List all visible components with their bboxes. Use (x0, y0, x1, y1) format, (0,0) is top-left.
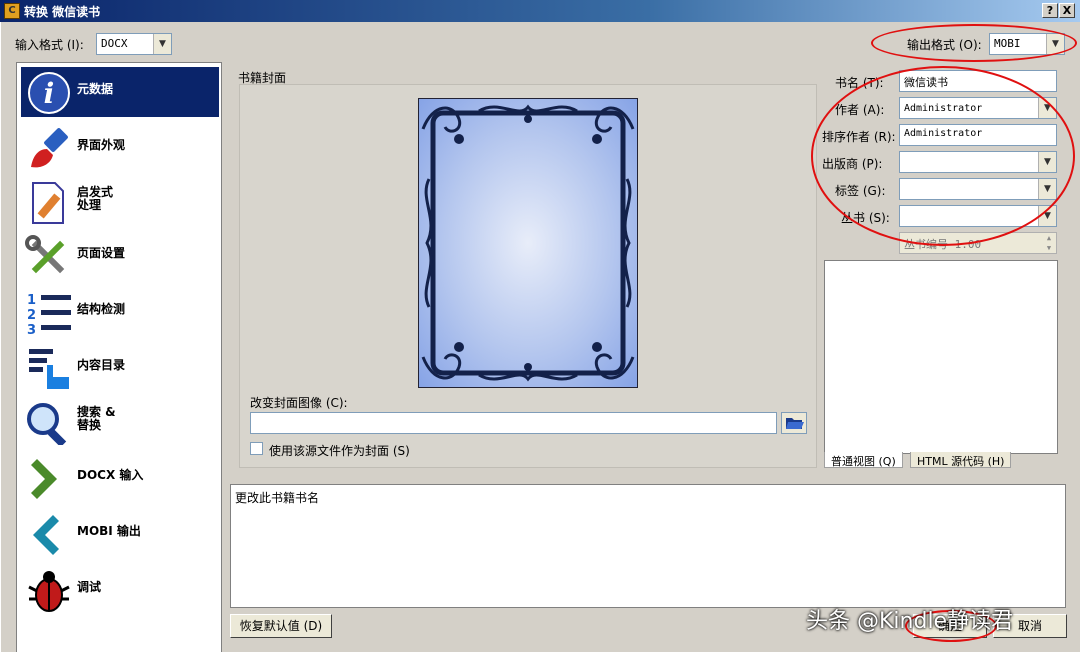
numbered-list-icon: 1 2 3 (27, 293, 71, 335)
sidebar-item-toc[interactable]: 内容目录 (21, 343, 219, 393)
sidebar-item-label: 内容目录 (77, 358, 126, 372)
watermark-text: 头条 @Kindle静读君 (806, 609, 1014, 634)
series-index-spinbox[interactable]: 丛书编号 1.00 ▲ ▼ (899, 232, 1057, 254)
title-bar: C 转换 微信读书 ? X (0, 0, 1080, 22)
toc-icon (29, 349, 69, 389)
author-value: Administrator (904, 103, 983, 114)
sidebar-item-label: DOCX 输入 (77, 468, 144, 482)
sidebar-item-label: 结构检测 (77, 302, 126, 316)
comments-editor[interactable] (824, 260, 1058, 454)
svg-text:3: 3 (27, 323, 36, 335)
output-format-label: 输出格式 (O): (907, 38, 982, 52)
tools-icon (25, 235, 65, 274)
title-input[interactable]: 微信读书 (899, 70, 1057, 92)
brush-icon (31, 128, 68, 168)
tab-html-source[interactable]: HTML 源代码 (H) (910, 452, 1012, 468)
close-button[interactable]: X (1059, 3, 1075, 18)
sidebar-item-structure[interactable]: 1 2 3 结构检测 (21, 287, 219, 337)
author-label: 作者 (A): (835, 103, 885, 117)
cover-path-input[interactable] (250, 412, 777, 434)
svg-text:1: 1 (27, 293, 36, 308)
input-format-label: 输入格式 (I): (15, 38, 84, 52)
series-label: 丛书 (S): (841, 211, 890, 225)
arrow-right-icon (31, 459, 57, 499)
sidebar-item-label: MOBI 输出 (77, 524, 141, 538)
sidebar-item-label: 页面设置 (77, 246, 126, 260)
convert-dialog: 输入格式 (I): DOCX ▼ 输出格式 (O): MOBI ▼ i 元数据 … (0, 22, 1080, 652)
help-button[interactable]: ? (1042, 3, 1058, 18)
window-title: 转换 微信读书 (24, 5, 101, 19)
use-source-cover-checkbox[interactable] (250, 442, 263, 455)
folder-open-icon (786, 418, 804, 429)
settings-sidebar: i 元数据 界面外观 启发式 处理 页面设置 1 2 3 结构检测 内容目录 搜… (16, 62, 222, 652)
svg-text:i: i (44, 77, 55, 110)
ornament-frame-icon (421, 104, 635, 382)
magnifier-icon (27, 403, 67, 445)
spin-up-icon[interactable]: ▲ (1042, 233, 1056, 243)
chevron-down-icon: ▼ (1038, 98, 1056, 118)
tags-select[interactable]: ▼ (899, 178, 1057, 200)
sidebar-item-label: 调试 (77, 580, 102, 594)
output-format-value: MOBI (994, 37, 1021, 50)
title-label: 书名 (T): (835, 76, 884, 90)
sidebar-item-look-feel[interactable]: 界面外观 (21, 123, 219, 173)
help-text-area: 更改此书籍书名 (230, 484, 1066, 608)
chevron-down-icon: ▼ (1038, 206, 1056, 226)
restore-defaults-button[interactable]: 恢复默认值 (D) (230, 614, 332, 638)
publisher-select[interactable]: ▼ (899, 151, 1057, 173)
chevron-down-icon: ▼ (1046, 34, 1064, 54)
browse-cover-button[interactable] (781, 412, 807, 434)
bug-icon (28, 571, 70, 612)
author-sort-input[interactable]: Administrator (899, 124, 1057, 146)
document-pencil-icon (32, 182, 64, 224)
sidebar-item-label: 启发式 处理 (77, 185, 114, 212)
svg-text:2: 2 (27, 308, 36, 323)
chevron-down-icon: ▼ (1038, 179, 1056, 199)
sidebar-item-label: 元数据 (77, 82, 114, 96)
use-source-cover-label: 使用该源文件作为封面 (S) (269, 444, 410, 458)
sidebar-item-search-replace[interactable]: 搜索 & 替换 (21, 397, 219, 447)
sidebar-item-debug[interactable]: 调试 (21, 565, 219, 615)
change-cover-label: 改变封面图像 (C): (250, 396, 348, 410)
sidebar-item-heuristics[interactable]: 启发式 处理 (21, 177, 219, 227)
author-select[interactable]: Administrator ▼ (899, 97, 1057, 119)
input-format-select[interactable]: DOCX ▼ (96, 33, 172, 55)
cover-image (418, 98, 638, 388)
info-icon: i (28, 72, 70, 114)
sidebar-item-metadata[interactable]: i 元数据 (21, 67, 219, 117)
tab-normal-view[interactable]: 普通视图 (Q) (824, 452, 903, 468)
sidebar-item-label: 界面外观 (77, 138, 126, 152)
chevron-down-icon: ▼ (1038, 152, 1056, 172)
sidebar-item-docx-input[interactable]: DOCX 输入 (21, 453, 219, 503)
output-format-select[interactable]: MOBI ▼ (989, 33, 1065, 55)
author-sort-label: 排序作者 (R): (822, 130, 896, 144)
chevron-down-icon: ▼ (153, 34, 171, 54)
tags-label: 标签 (G): (835, 184, 886, 198)
sidebar-item-mobi-output[interactable]: MOBI 输出 (21, 509, 219, 559)
series-select[interactable]: ▼ (899, 205, 1057, 227)
sidebar-item-page-setup[interactable]: 页面设置 (21, 231, 219, 281)
calibre-app-icon: C (4, 3, 20, 19)
series-index-value: 丛书编号 1.00 (904, 238, 982, 251)
publisher-label: 出版商 (P): (822, 157, 883, 171)
spin-down-icon[interactable]: ▼ (1042, 243, 1056, 253)
input-format-value: DOCX (101, 37, 128, 50)
sidebar-item-label: 搜索 & 替换 (77, 405, 116, 432)
arrow-left-icon (33, 515, 59, 555)
